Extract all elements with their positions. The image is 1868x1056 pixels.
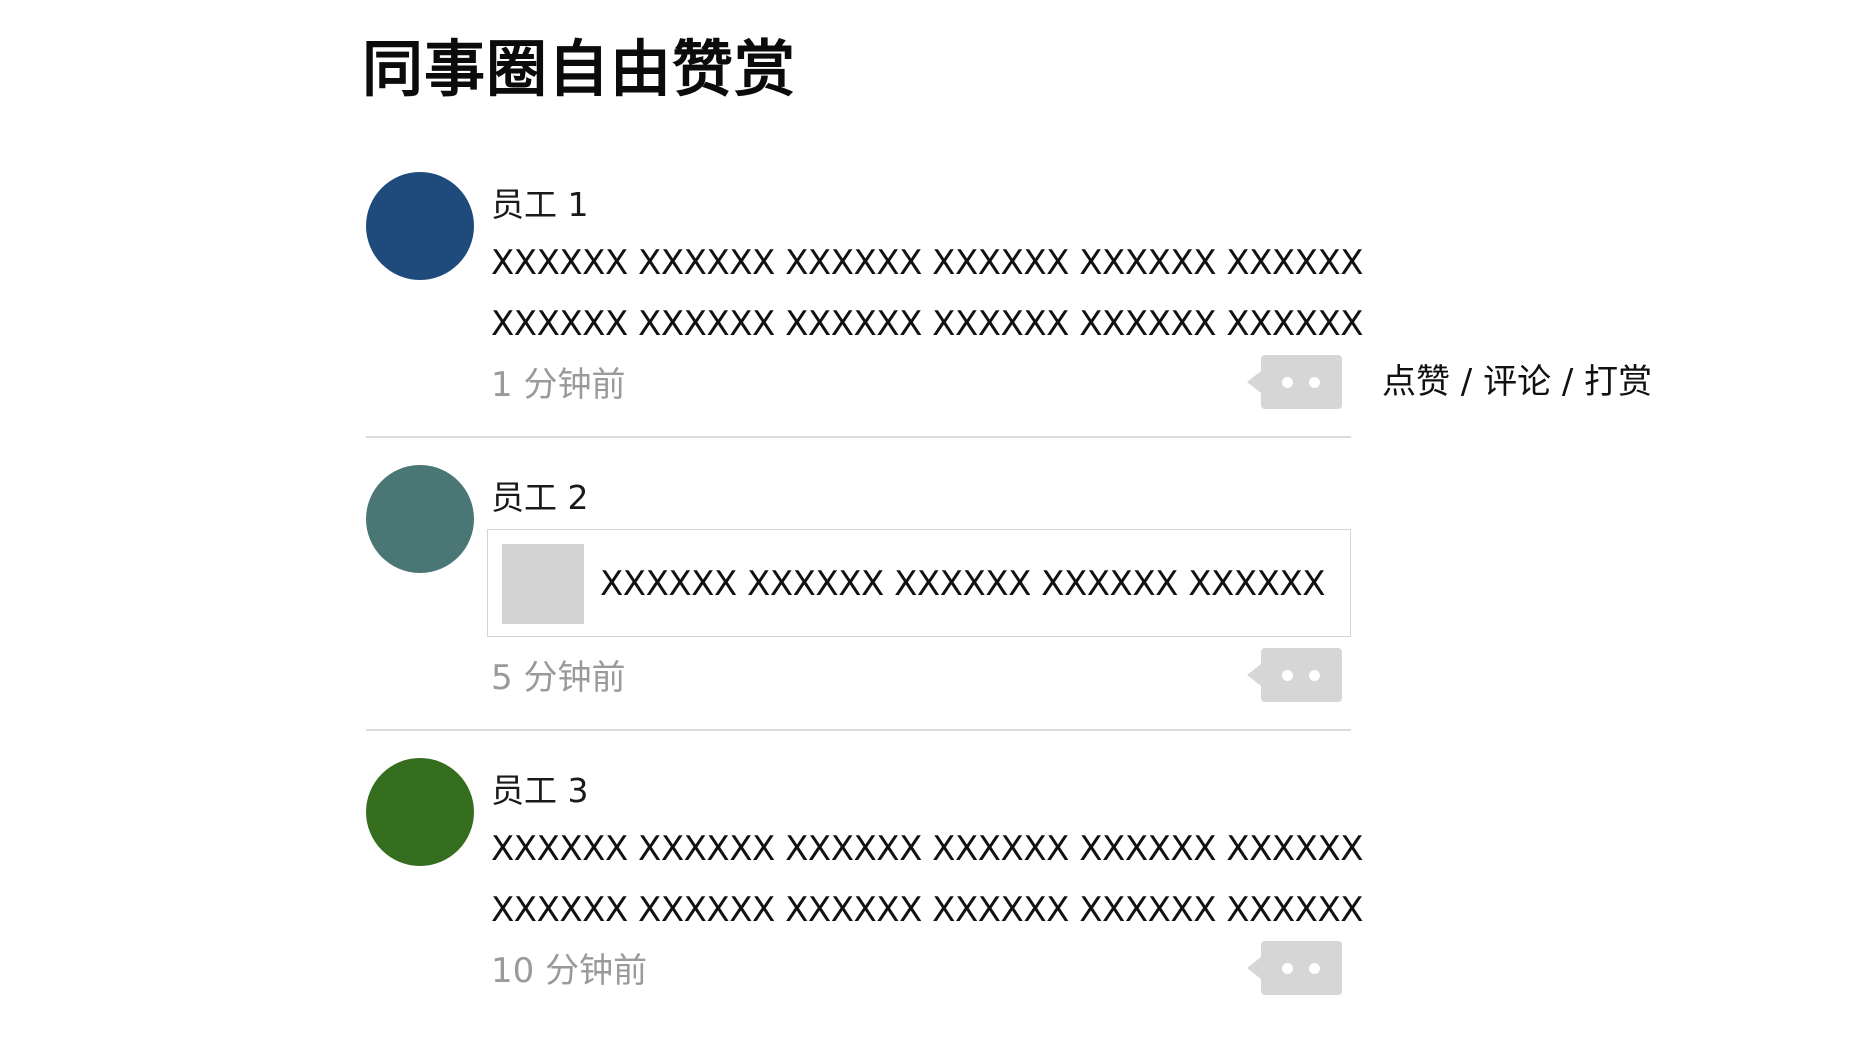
shared-link-text: XXXXXX XXXXXX XXXXXX XXXXXX XXXXXX bbox=[600, 564, 1326, 604]
author-name[interactable]: 员工 3 bbox=[491, 770, 589, 812]
comment-bubble-icon bbox=[1282, 377, 1293, 388]
post-text-line: XXXXXX XXXXXX XXXXXX XXXXXX XXXXXX XXXXX… bbox=[491, 890, 1364, 930]
comment-bubble-icon bbox=[1282, 670, 1293, 681]
post-text-line: XXXXXX XXXXXX XXXXXX XXXXXX XXXXXX XXXXX… bbox=[491, 304, 1364, 344]
post-item: 员工 3 XXXXXX XXXXXX XXXXXX XXXXXX XXXXXX … bbox=[366, 758, 1376, 998]
avatar[interactable] bbox=[366, 758, 474, 866]
post-text-line: XXXXXX XXXXXX XXXXXX XXXXXX XXXXXX XXXXX… bbox=[491, 243, 1364, 283]
shared-link-card[interactable]: XXXXXX XXXXXX XXXXXX XXXXXX XXXXXX bbox=[487, 529, 1351, 637]
post-time: 5 分钟前 bbox=[491, 658, 626, 698]
post-text-line: XXXXXX XXXXXX XXXXXX XXXXXX XXXXXX XXXXX… bbox=[491, 829, 1364, 869]
post-item: 员工 1 XXXXXX XXXXXX XXXXXX XXXXXX XXXXXX … bbox=[366, 172, 1376, 412]
shared-link-thumbnail bbox=[502, 544, 584, 624]
post-divider bbox=[366, 729, 1351, 731]
avatar[interactable] bbox=[366, 172, 474, 280]
post-item: 员工 2 XXXXXX XXXXXX XXXXXX XXXXXX XXXXXX … bbox=[366, 465, 1376, 705]
post-divider bbox=[366, 436, 1351, 438]
author-name[interactable]: 员工 1 bbox=[491, 184, 589, 226]
comment-button[interactable] bbox=[1247, 648, 1342, 702]
moments-page: 同事圈自由赞赏 员工 1 XXXXXX XXXXXX XXXXXX XXXXXX… bbox=[0, 0, 1868, 1056]
author-name[interactable]: 员工 2 bbox=[491, 477, 589, 519]
post-time: 1 分钟前 bbox=[491, 365, 626, 405]
moments-feed: 员工 1 XXXXXX XXXXXX XXXXXX XXXXXX XXXXXX … bbox=[0, 0, 1868, 1056]
action-hint-label: 点赞 / 评论 / 打赏 bbox=[1382, 362, 1653, 402]
comment-bubble-icon bbox=[1282, 963, 1293, 974]
comment-button[interactable] bbox=[1247, 941, 1342, 995]
post-time: 10 分钟前 bbox=[491, 951, 648, 991]
comment-button[interactable] bbox=[1247, 355, 1342, 409]
avatar[interactable] bbox=[366, 465, 474, 573]
